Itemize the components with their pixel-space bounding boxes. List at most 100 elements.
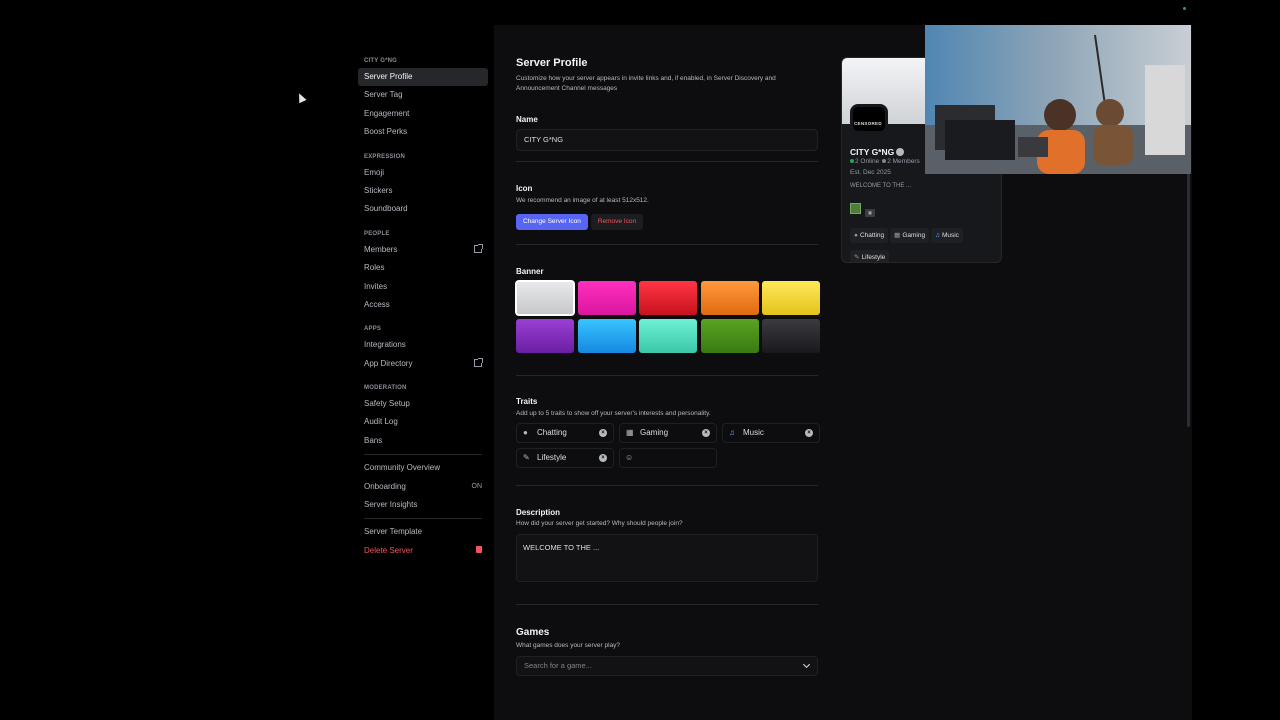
banner-color-swatch[interactable]	[516, 318, 574, 353]
keyboard-emoji-icon: ▦	[865, 209, 875, 217]
banner-color-swatch[interactable]	[700, 318, 759, 353]
sidebar-item-label: Delete Server	[364, 545, 413, 555]
sidebar-item-onboarding[interactable]: Onboarding ON	[358, 478, 488, 496]
change-server-icon-button[interactable]: Change Server Icon	[516, 213, 588, 230]
divider	[516, 161, 818, 162]
game-search-select[interactable]: Search for a game...	[516, 656, 818, 676]
description-hint: How did your server get started? Why sho…	[516, 520, 683, 527]
traits-label: Traits	[516, 396, 538, 406]
sidebar-item-roles[interactable]: Roles	[358, 259, 488, 277]
external-link-icon	[474, 241, 483, 259]
sidebar-item-server-template[interactable]: Server Template	[358, 523, 488, 541]
sidebar-item-emoji[interactable]: Emoji	[358, 164, 488, 182]
section-heading-people: PEOPLE	[364, 230, 390, 237]
sidebar-item-boost-perks[interactable]: Boost Perks	[358, 123, 488, 141]
preview-server-icon	[850, 104, 888, 134]
trash-icon	[476, 542, 482, 560]
preview-description: WELCOME TO THE ...	[850, 183, 912, 189]
remove-trait-icon[interactable]: ×	[702, 429, 710, 437]
preview-established: Est. Dec 2025	[850, 169, 891, 176]
online-dot-icon	[850, 159, 854, 163]
preview-trait-label: Music	[941, 232, 959, 239]
sidebar-item-engagement[interactable]: Engagement	[358, 105, 488, 123]
censored-label: CENSORED	[854, 121, 882, 126]
online-count: 2 Online	[855, 158, 880, 165]
server-name-input[interactable]: CITY G*NG	[516, 129, 818, 151]
preview-name-text: CITY G*NG	[850, 147, 895, 157]
sidebar-item-delete-server[interactable]: Delete Server	[358, 542, 488, 560]
traits-grid: ● Chatting × ▦ Gaming × ♫ Music × ✎ Life…	[516, 423, 820, 468]
banner-color-swatch[interactable]	[515, 279, 575, 316]
scrollbar[interactable]	[1187, 172, 1190, 427]
preview-emojis: ▦	[850, 201, 875, 219]
banner-color-swatch[interactable]	[639, 280, 697, 315]
external-link-icon	[474, 355, 483, 373]
remove-icon-button[interactable]: Remove Icon	[590, 213, 644, 230]
controller-icon: ▦	[894, 232, 901, 239]
section-heading-server: CITY G*NG	[364, 58, 398, 64]
traits-hint: Add up to 5 traits to show off your serv…	[516, 409, 711, 417]
sidebar-item-server-profile[interactable]: Server Profile	[358, 68, 488, 87]
divider	[516, 374, 818, 376]
sidebar-item-community-overview[interactable]: Community Overview	[358, 459, 488, 477]
divider	[516, 603, 818, 605]
icon-hint: We recommend an image of at least 512x51…	[516, 197, 649, 204]
speech-bubble-icon: ●	[523, 428, 528, 437]
preview-traits: ● Chatting ▦ Gaming ♫ Music✎ Lifestyle	[850, 224, 1000, 262]
game-search-placeholder: Search for a game...	[524, 661, 592, 670]
settings-sidebar: CITY G*NG Server Profile Server Tag Enga…	[0, 0, 494, 720]
emoji-picker-icon[interactable]: ☺	[625, 449, 633, 467]
trait-chip[interactable]: ✎ Lifestyle ×	[516, 448, 614, 468]
sidebar-item-label: App Directory	[364, 358, 413, 368]
sidebar-item-members[interactable]: Members	[358, 241, 488, 259]
sidebar-item-app-directory[interactable]: App Directory	[358, 355, 488, 373]
preview-trait: ● Chatting	[850, 228, 889, 243]
sidebar-item-safety-setup[interactable]: Safety Setup	[358, 395, 488, 413]
remove-trait-icon[interactable]: ×	[805, 429, 813, 437]
icon-label: Icon	[516, 184, 533, 193]
trait-chip[interactable]: ♫ Music ×	[722, 423, 820, 443]
webcam-overlay	[925, 25, 1191, 174]
add-trait-slot[interactable]: ☺	[619, 448, 717, 468]
speech-bubble-icon: ●	[854, 232, 858, 239]
page-subtitle: Customize how your server appears in inv…	[516, 75, 776, 92]
trait-label: Chatting	[537, 428, 567, 437]
sidebar-item-label: Members	[364, 244, 398, 254]
description-label: Description	[516, 508, 561, 517]
games-hint: What games does your server play?	[516, 641, 621, 649]
preview-trait: ✎ Lifestyle	[850, 250, 890, 262]
trait-label: Music	[743, 428, 764, 437]
sidebar-item-soundboard[interactable]: Soundboard	[358, 200, 488, 218]
sidebar-nav: CITY G*NG Server Profile Server Tag Enga…	[358, 54, 488, 560]
controller-icon: ▦	[626, 428, 634, 437]
sidebar-item-bans[interactable]: Bans	[358, 432, 488, 450]
section-heading-moderation: MODERATION	[364, 385, 407, 392]
banner-color-swatch[interactable]	[762, 280, 820, 315]
sidebar-item-server-tag[interactable]: Server Tag	[358, 86, 488, 104]
banner-color-swatch[interactable]	[639, 318, 697, 353]
remove-trait-icon[interactable]: ×	[599, 454, 607, 462]
sidebar-item-audit-log[interactable]: Audit Log	[358, 413, 488, 431]
sidebar-item-stickers[interactable]: Stickers	[358, 182, 488, 200]
description-textarea[interactable]: WELCOME TO THE ...	[516, 533, 818, 582]
sidebar-item-label: Onboarding	[364, 481, 406, 491]
trait-chip[interactable]: ● Chatting ×	[516, 423, 614, 443]
onboarding-status: ON	[471, 482, 483, 490]
member-count: 2 Members	[887, 158, 920, 165]
trait-chip[interactable]: ▦ Gaming ×	[619, 423, 717, 443]
member-dot-icon	[882, 159, 887, 163]
remove-trait-icon[interactable]: ×	[599, 429, 607, 437]
sidebar-divider	[364, 454, 482, 456]
section-heading-apps: APPS	[364, 326, 382, 333]
banner-color-swatch[interactable]	[577, 318, 636, 353]
sidebar-item-invites[interactable]: Invites	[358, 278, 488, 296]
sidebar-divider	[364, 518, 482, 520]
banner-color-swatch[interactable]	[762, 318, 820, 353]
banner-color-swatch[interactable]	[577, 280, 636, 315]
preview-trait-label: Chatting	[859, 232, 885, 239]
banner-color-swatch[interactable]	[700, 280, 759, 315]
sidebar-item-integrations[interactable]: Integrations	[358, 336, 488, 354]
sidebar-item-access[interactable]: Access	[358, 296, 488, 314]
sidebar-item-server-insights[interactable]: Server Insights	[358, 496, 488, 514]
preview-member-counts: 2 Online 2 Members	[850, 158, 920, 165]
